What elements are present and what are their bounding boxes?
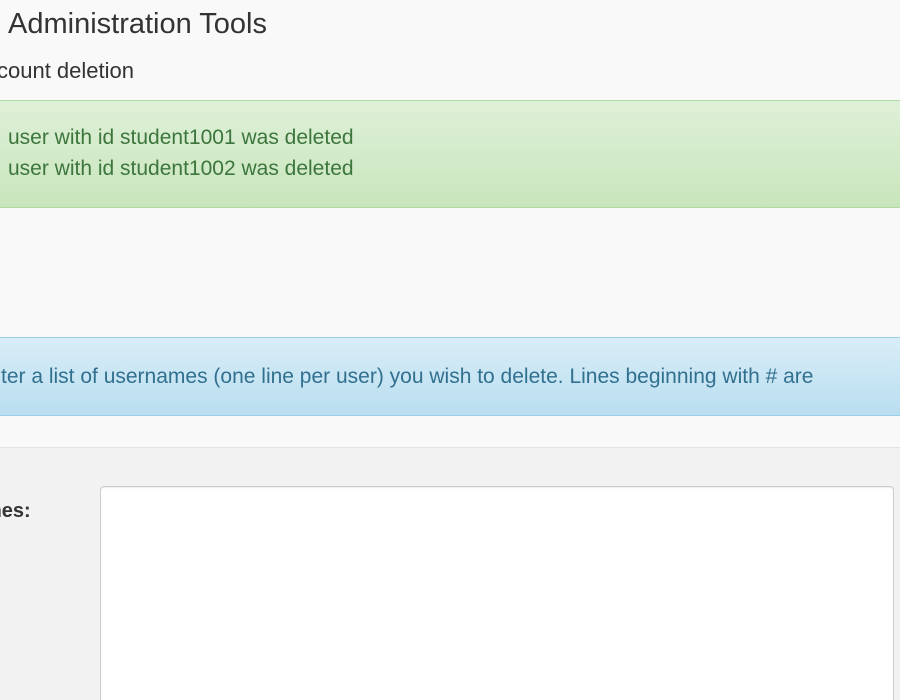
success-message: user with id student1002 was deleted [8, 157, 354, 180]
page-title: Administration Tools [8, 8, 267, 40]
usernames-textarea[interactable] [100, 486, 894, 700]
page: Administration Tools ccount deletion use… [0, 0, 900, 700]
success-alert: user with id student1001 was deleted use… [0, 100, 900, 208]
info-message: ter a list of usernames (one line per us… [1, 365, 814, 388]
success-message: user with id student1001 was deleted [8, 126, 354, 149]
info-alert: ter a list of usernames (one line per us… [0, 337, 900, 416]
usernames-label: mes: [0, 500, 31, 522]
page-subtitle: ccount deletion [0, 58, 134, 83]
